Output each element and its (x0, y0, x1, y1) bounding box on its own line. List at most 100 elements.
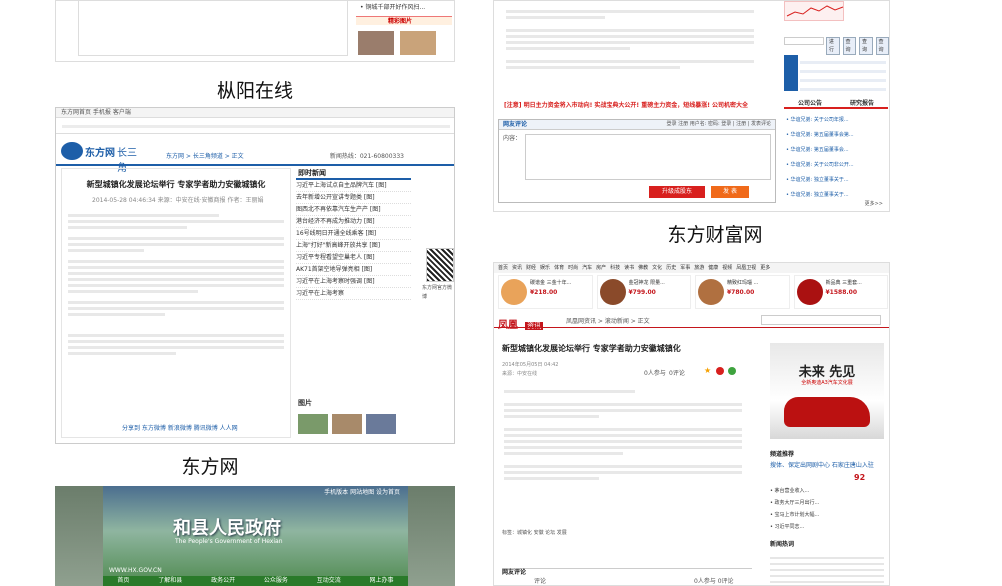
news-item[interactable]: 去年新增公开宣讲专题类 [图] (296, 192, 411, 204)
ad-card[interactable]: 碳谱金 三金十年... ¥218.00 (498, 275, 593, 309)
query-button[interactable]: 查询 (875, 37, 889, 55)
nav-item[interactable]: 文化 (652, 263, 662, 273)
nav-item[interactable]: 汽车 (582, 263, 592, 273)
nav-item[interactable]: 凤凰卫视 (736, 263, 756, 273)
upgrade-button[interactable]: 升级成股东 (649, 186, 705, 198)
nav-item[interactable]: 资讯 (512, 263, 522, 273)
news-item[interactable]: 图西北不再依靠汽车生产产 [图] (296, 204, 411, 216)
article-body (62, 211, 290, 358)
query-button[interactable]: 查询 (842, 37, 856, 55)
ad-banner-sub: 全新奥迪A3汽车文化展 (801, 380, 853, 386)
channel-nav[interactable] (56, 120, 454, 134)
participant-count[interactable]: 0人参与 (644, 369, 666, 378)
nav-item[interactable]: 军事 (680, 263, 690, 273)
top-links[interactable]: 手机版本 网站地图 设为首页 (324, 488, 400, 497)
nav-item[interactable]: 公众服务 (264, 576, 288, 586)
ifeng-logo[interactable]: 凤凰 资讯 (498, 313, 558, 331)
promo-links[interactable]: [注意] 明日主力资金将入市动向! 实战宝典大公开! 重磅主力资金，短线暴涨! … (504, 101, 774, 110)
pics-title: 图片 (298, 399, 312, 407)
more-link[interactable]: 更多>> (865, 200, 883, 209)
quick-links[interactable] (800, 55, 886, 91)
ad-strip: 碳谱金 三金十年... ¥218.00 金冠神龙 限量... ¥799.00 精致红玛瑙… (498, 275, 888, 309)
nav-item[interactable]: 科技 (610, 263, 620, 273)
news-item[interactable]: AK71首架空地导弹亮相 [图] (296, 264, 411, 276)
wechat-icon[interactable] (728, 367, 736, 375)
news-item[interactable]: 习近平上海试点自主品牌汽车 [图] (296, 180, 411, 192)
side-item[interactable]: 搜体、保定出网剧中心 石家庄唐山入驻 (770, 461, 874, 470)
article-meta: 2014年05月05日 04:42 来源：中安在线 (502, 362, 559, 377)
announcement-item[interactable]: • 华谊兄弟: 关于公司非公开... (786, 158, 886, 173)
pic-thumbnail[interactable] (366, 414, 396, 434)
submit-button[interactable]: 发 表 (711, 186, 749, 198)
nav-item[interactable]: 娱乐 (540, 263, 550, 273)
nav-item[interactable]: 旅游 (694, 263, 704, 273)
nav-item[interactable]: 政务公开 (211, 576, 235, 586)
search-input[interactable] (761, 315, 881, 325)
ad-card[interactable]: 金冠神龙 限量... ¥799.00 (596, 275, 691, 309)
reply-header: 网友评论 (502, 559, 752, 576)
nav-item[interactable]: 网上办事 (370, 576, 394, 586)
query-button[interactable]: 查询 (859, 37, 873, 55)
nav-item[interactable]: 健康 (708, 263, 718, 273)
hotword-list[interactable] (770, 553, 884, 583)
news-item[interactable]: 16号线明日开通全线乘客 [图] (296, 228, 411, 240)
news-item[interactable]: 港台经济不再成为推动力 [图] (296, 216, 411, 228)
comment-count[interactable]: 0评论 (669, 369, 685, 378)
nav-item[interactable]: 首页 (117, 576, 129, 586)
top-bar-links[interactable]: 东方网首页 手机报 客户端 (61, 108, 131, 117)
share-links[interactable]: 分享到 东方微博 新浪微博 腾讯微博 人人网 (122, 424, 238, 433)
announcement-item[interactable]: • 华谊兄弟: 第五届董事会第... (786, 128, 886, 143)
eastday-logo[interactable]: 东方网 长三角 (61, 138, 141, 174)
nav-item[interactable]: 财经 (526, 263, 536, 273)
product-image (599, 279, 626, 305)
side-news-item[interactable]: • 习近平同志... (770, 521, 884, 533)
ad-card[interactable]: 精致红玛瑙 ... ¥780.00 (695, 275, 790, 309)
tags[interactable]: 标签：城镇化 安徽 论坛 发展 (502, 529, 567, 538)
breadcrumb[interactable]: 东方网 > 长三角频道 > 正文 (166, 152, 244, 161)
comment-textarea[interactable] (525, 134, 771, 180)
star-icon[interactable]: ★ (704, 367, 712, 375)
announcement-item[interactable]: • 华谊兄弟: 独立董事关于... (786, 173, 886, 188)
divider (494, 327, 889, 328)
news-item[interactable]: 习近平在上海考察时强调 [图] (296, 276, 411, 288)
nav-item[interactable]: 互动交流 (317, 576, 341, 586)
sidebar-link[interactable]: • 铜城千部开好作风扫... (360, 3, 425, 12)
nav-item[interactable]: 历史 (666, 263, 676, 273)
news-item[interactable]: 习近平在上海考察 (296, 288, 411, 300)
login-bar[interactable]: 登录 注册 用户名: 密码: 登录 | 注册 | 发表评论 (667, 120, 771, 129)
vertical-tag (784, 55, 798, 91)
nav-item[interactable]: 房产 (596, 263, 606, 273)
side-news-item[interactable]: • 茅台营业收入... (770, 485, 884, 497)
pic-thumbnail[interactable] (332, 414, 362, 434)
breadcrumb[interactable]: 凤凰网资讯 > 滚动新闻 > 正文 (566, 317, 650, 326)
photo-thumbnail[interactable] (358, 31, 394, 55)
nav-item[interactable]: 视频 (722, 263, 732, 273)
reply-title: 网友评论 (502, 569, 527, 576)
stock-input[interactable] (784, 37, 824, 45)
sidebar-title: 即时新闻 (296, 168, 411, 180)
eastmoney-screenshot: [注意] 明日主力资金将入市动向! 实战宝典大公开! 重磅主力资金，短线暴涨! … (493, 0, 890, 212)
news-item[interactable]: 习近平专程看望空巢老人 [图] (296, 252, 411, 264)
nav-item[interactable]: 佛教 (638, 263, 648, 273)
side-tab[interactable]: 公司公告 (784, 99, 836, 107)
photo-thumbnail[interactable] (400, 31, 436, 55)
ad-banner[interactable]: 未来 先见 全新奥迪A3汽车文化展 (770, 343, 884, 439)
ad-card[interactable]: 新品典 三重套... ¥1588.00 (793, 275, 888, 309)
nav-item[interactable]: 时尚 (568, 263, 578, 273)
nav-item[interactable]: 更多 (760, 263, 770, 273)
nav-item[interactable]: 了解和县 (158, 576, 182, 586)
product-image (698, 279, 724, 305)
weibo-icon[interactable] (716, 367, 724, 375)
nav-item[interactable]: 体育 (554, 263, 564, 273)
announcement-item[interactable]: • 华谊兄弟: 第五届董事会... (786, 143, 886, 158)
side-news-item[interactable]: • 宝马上市计划大幅... (770, 509, 884, 521)
announcement-item[interactable]: • 华谊兄弟: 关于公司年报... (786, 113, 886, 128)
side-tab[interactable]: 研究报告 (836, 99, 888, 107)
nav-item[interactable]: 读书 (624, 263, 634, 273)
pic-thumbnail[interactable] (298, 414, 328, 434)
nav-item[interactable]: 首页 (498, 263, 508, 273)
side-news-item[interactable]: • 政务大厅三月出行... (770, 497, 884, 509)
news-item[interactable]: 上海"打好"新高峰开放共享 [图] (296, 240, 411, 252)
reply-count[interactable]: 0人参与 0评论 (694, 577, 734, 585)
query-button[interactable]: 进行 (826, 37, 840, 55)
